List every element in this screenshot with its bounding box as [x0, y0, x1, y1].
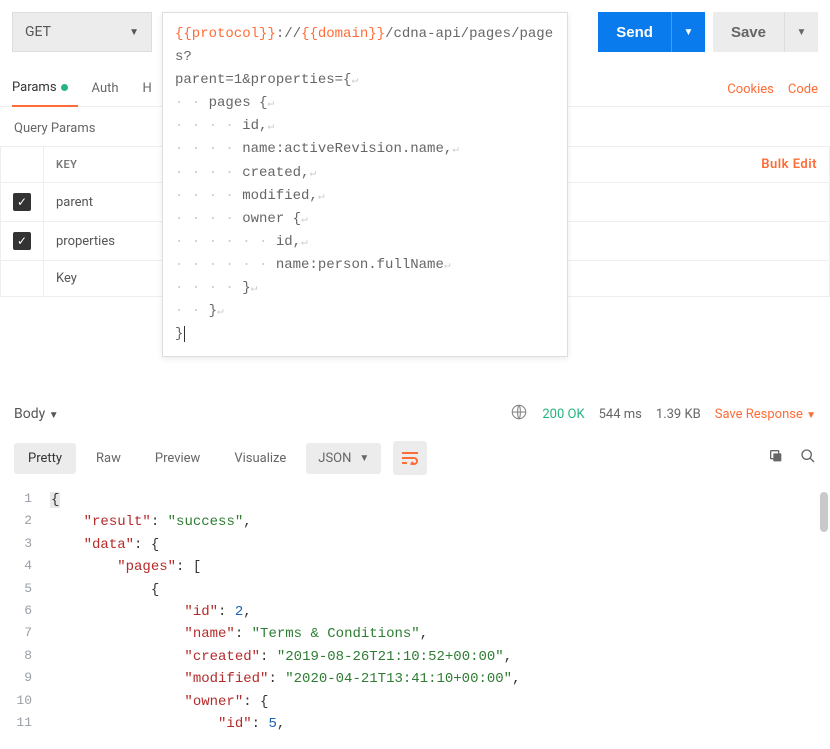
code-line: 5 {	[0, 579, 830, 601]
status-code: 200 OK	[542, 407, 584, 422]
chevron-down-icon: ▼	[49, 410, 59, 421]
code-link[interactable]: Code	[788, 82, 818, 97]
tab-raw[interactable]: Raw	[82, 443, 135, 474]
tab-pretty[interactable]: Pretty	[14, 443, 76, 474]
http-method-select[interactable]: GET ▼	[12, 12, 152, 52]
save-response-link[interactable]: Save Response ▼	[715, 407, 816, 422]
response-bar: Body ▼ 200 OK 544 ms 1.39 KB Save Respon…	[0, 387, 830, 435]
code-line: 9 "modified": "2020-04-21T13:41:10+00:00…	[0, 668, 830, 690]
row-checkbox[interactable]: ✓	[13, 232, 31, 250]
send-dropdown-button[interactable]: ▼	[671, 12, 705, 52]
code-line: 7 "name": "Terms & Conditions",	[0, 623, 830, 645]
save-dropdown-button[interactable]: ▼	[784, 12, 818, 52]
response-size: 1.39 KB	[656, 407, 701, 422]
code-line: 11 "id": 5,	[0, 713, 830, 735]
send-button-group: Send ▼	[598, 12, 705, 52]
http-method-label: GET	[25, 24, 51, 40]
row-checkbox[interactable]: ✓	[13, 193, 31, 211]
bulk-edit-link[interactable]: Bulk Edit	[761, 157, 817, 172]
save-button[interactable]: Save	[713, 12, 784, 52]
response-time: 544 ms	[599, 407, 642, 422]
response-view-tabs: Pretty Raw Preview Visualize JSON ▼	[0, 435, 830, 481]
save-button-group: Save ▼	[713, 12, 818, 52]
tab-preview[interactable]: Preview	[141, 443, 214, 474]
code-line: 10 "owner": {	[0, 691, 830, 713]
line-wrap-toggle[interactable]	[393, 441, 427, 475]
response-body-tab[interactable]: Body ▼	[14, 406, 59, 422]
response-code-viewer[interactable]: 1{2 "result": "success",3 "data": {4 "pa…	[0, 481, 830, 735]
params-modified-dot-icon	[61, 84, 68, 91]
copy-response-icon[interactable]	[768, 448, 784, 468]
scrollbar-thumb[interactable]	[820, 492, 828, 532]
cookies-link[interactable]: Cookies	[727, 82, 774, 97]
code-line: 8 "created": "2019-08-26T21:10:52+00:00"…	[0, 646, 830, 668]
format-select[interactable]: JSON ▼	[306, 443, 381, 474]
chevron-down-icon: ▼	[684, 27, 694, 38]
search-response-icon[interactable]	[800, 448, 816, 468]
chevron-down-icon: ▼	[806, 410, 816, 421]
tab-visualize[interactable]: Visualize	[220, 443, 300, 474]
network-globe-icon[interactable]	[510, 403, 528, 425]
chevron-down-icon: ▼	[129, 27, 139, 38]
url-input[interactable]: {{protocol}}://{{domain}}/cdna-api/pages…	[162, 12, 568, 357]
chevron-down-icon: ▼	[359, 453, 369, 464]
tab-auth[interactable]: Auth	[92, 73, 129, 106]
tab-headers-truncated[interactable]: H	[143, 73, 162, 106]
code-line: 4 "pages": [	[0, 556, 830, 578]
code-line: 2 "result": "success",	[0, 511, 830, 533]
code-line: 3 "data": {	[0, 534, 830, 556]
chevron-down-icon: ▼	[797, 27, 807, 38]
code-line: 1{	[0, 489, 830, 511]
tab-params[interactable]: Params	[12, 72, 78, 107]
send-button[interactable]: Send	[598, 12, 671, 52]
code-line: 6 "id": 2,	[0, 601, 830, 623]
